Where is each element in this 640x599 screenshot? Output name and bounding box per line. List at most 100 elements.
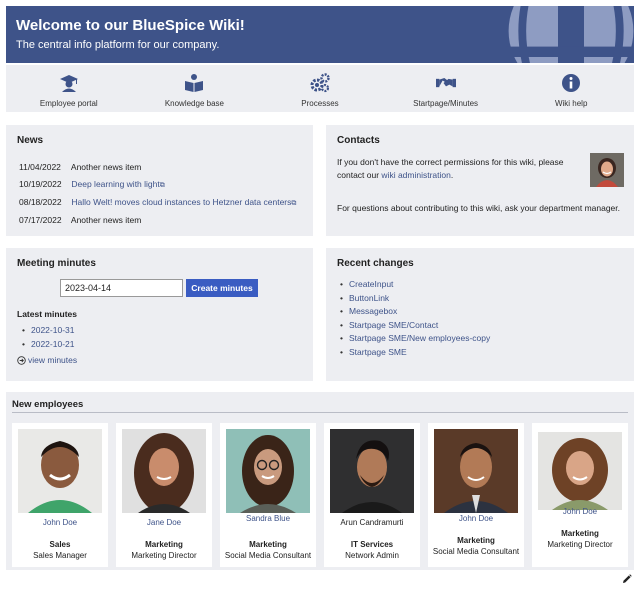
new-employees-title: New employees bbox=[12, 399, 84, 410]
news-date: 11/04/2022 bbox=[19, 162, 61, 172]
recent-changes-list: CreateInput ButtonLink Messagebox Startp… bbox=[340, 278, 490, 359]
new-employees-panel: New employees John Doe Sales Sales Manag… bbox=[6, 392, 634, 570]
gears-icon bbox=[310, 73, 330, 93]
external-link-icon: ⧉ bbox=[291, 200, 297, 207]
minutes-list-item: 2022-10-21 bbox=[22, 337, 74, 351]
recent-changes-title: Recent changes bbox=[337, 258, 414, 269]
latest-minutes-title: Latest minutes bbox=[17, 309, 77, 319]
recent-change-link[interactable]: CreateInput bbox=[349, 279, 393, 289]
employee-name[interactable]: John Doe bbox=[12, 518, 108, 527]
news-item: 10/19/2022 Deep learning with light⧉ bbox=[19, 176, 296, 194]
divider bbox=[12, 412, 628, 413]
employee-role: Social Media Consultant bbox=[432, 547, 520, 556]
contacts-title: Contacts bbox=[337, 135, 380, 146]
employee-name[interactable]: Arun Candramurti bbox=[324, 518, 420, 527]
contacts-text: If you don't have the correct permission… bbox=[337, 156, 569, 182]
nav-wiki-help[interactable]: Wiki help bbox=[508, 65, 634, 112]
employee-role: Sales Manager bbox=[33, 551, 87, 560]
employee-department: Marketing bbox=[457, 536, 495, 545]
nav-label: Processes bbox=[301, 99, 339, 108]
external-link-icon: ⧉ bbox=[159, 182, 165, 189]
recent-change-link[interactable]: Startpage SME/Contact bbox=[349, 320, 438, 330]
recent-change-link[interactable]: ButtonLink bbox=[349, 293, 389, 303]
recent-change-link[interactable]: Startpage SME bbox=[349, 347, 407, 357]
nav-knowledge-base[interactable]: Knowledge base bbox=[132, 65, 258, 112]
minutes-link[interactable]: 2022-10-21 bbox=[31, 339, 74, 349]
news-date: 07/17/2022 bbox=[19, 215, 62, 225]
news-list: 11/04/2022 Another news item 10/19/2022 … bbox=[19, 159, 296, 229]
employee-department: IT Services bbox=[350, 540, 394, 549]
employee-photo bbox=[538, 432, 622, 510]
employee-name[interactable]: Sandra Blue bbox=[220, 514, 316, 523]
employee-photo bbox=[226, 429, 310, 513]
news-text: Another news item bbox=[70, 162, 142, 172]
employee-card: John Doe Marketing Marketing Director bbox=[532, 423, 628, 567]
employee-name[interactable]: John Doe bbox=[532, 507, 628, 516]
hero-subtitle: The central info platform for our compan… bbox=[16, 39, 220, 51]
pencil-icon[interactable] bbox=[622, 574, 632, 584]
employee-department: Marketing bbox=[249, 540, 287, 549]
employee-role: Social Media Consultant bbox=[224, 551, 312, 560]
recent-change-item: Messagebox bbox=[340, 305, 490, 319]
book-reader-icon bbox=[185, 74, 204, 92]
nav-processes[interactable]: Processes bbox=[257, 65, 383, 112]
employee-name[interactable]: John Doe bbox=[428, 514, 524, 523]
create-minutes-button[interactable]: Create minutes bbox=[186, 279, 258, 297]
employee-role: Marketing Director bbox=[131, 551, 197, 560]
minutes-date-input[interactable] bbox=[60, 279, 183, 297]
meeting-minutes-panel: Meeting minutes Create minutes Latest mi… bbox=[6, 248, 313, 381]
nav-label: Startpage/Minutes bbox=[413, 99, 479, 108]
employee-department: Sales bbox=[49, 540, 71, 549]
nav-label: Wiki help bbox=[554, 99, 588, 108]
recent-change-item: Startpage SME/New employees-copy bbox=[340, 332, 490, 346]
employee-photo bbox=[122, 429, 206, 513]
recent-changes-panel: Recent changes CreateInput ButtonLink Me… bbox=[326, 248, 634, 381]
employee-card: John Doe Marketing Social Media Consulta… bbox=[428, 423, 524, 567]
nav-startpage-minutes[interactable]: Startpage/Minutes bbox=[383, 65, 509, 112]
contacts-panel: Contacts If you don't have the correct p… bbox=[326, 125, 634, 236]
portal-nav: Employee portal Knowledge base Processes… bbox=[6, 65, 634, 112]
employee-card: Sandra Blue Marketing Social Media Consu… bbox=[220, 423, 316, 567]
hero-title: Welcome to our BlueSpice Wiki! bbox=[16, 17, 245, 34]
news-text: Another news item bbox=[70, 215, 142, 225]
minutes-link[interactable]: 2022-10-31 bbox=[31, 325, 74, 335]
graduate-icon bbox=[59, 75, 78, 92]
recent-change-item: Startpage SME bbox=[340, 346, 490, 360]
minutes-title: Meeting minutes bbox=[17, 258, 96, 269]
hero-banner: Welcome to our BlueSpice Wiki! The centr… bbox=[6, 6, 634, 63]
recent-change-item: Startpage SME/Contact bbox=[340, 319, 490, 333]
news-title: News bbox=[17, 135, 44, 146]
nav-label: Employee portal bbox=[39, 99, 98, 108]
recent-change-item: ButtonLink bbox=[340, 292, 490, 306]
employee-department: Marketing bbox=[145, 540, 183, 549]
news-link[interactable]: Hallo Welt! moves cloud instances to Het… bbox=[71, 197, 291, 207]
circle-arrow-right-icon bbox=[17, 355, 26, 365]
employee-photo bbox=[434, 429, 518, 513]
news-link[interactable]: Deep learning with light bbox=[71, 179, 159, 189]
view-minutes-label[interactable]: view minutes bbox=[28, 355, 77, 365]
employee-photo bbox=[18, 429, 102, 513]
nav-employee-portal[interactable]: Employee portal bbox=[6, 65, 132, 112]
handshake-icon bbox=[435, 78, 456, 88]
news-date: 10/19/2022 bbox=[19, 179, 62, 189]
news-panel: News 11/04/2022 Another news item 10/19/… bbox=[6, 125, 313, 236]
minutes-list: 2022-10-31 2022-10-21 bbox=[22, 323, 74, 351]
view-minutes-link[interactable]: view minutes bbox=[17, 355, 77, 365]
recent-change-link[interactable]: Startpage SME/New employees-copy bbox=[349, 333, 490, 343]
nav-label: Knowledge base bbox=[164, 99, 224, 108]
employee-card: John Doe Sales Sales Manager bbox=[12, 423, 108, 567]
news-item: 11/04/2022 Another news item bbox=[19, 159, 296, 176]
employee-card: Jane Doe Marketing Marketing Director bbox=[116, 423, 212, 567]
contacts-text-part: . bbox=[450, 170, 454, 180]
contacts-text-2: For questions about contributing to this… bbox=[337, 203, 621, 213]
recent-change-link[interactable]: Messagebox bbox=[349, 306, 397, 316]
contact-avatar bbox=[590, 153, 624, 187]
news-item: 07/17/2022 Another news item bbox=[19, 212, 296, 229]
minutes-list-item: 2022-10-31 bbox=[22, 323, 74, 337]
employee-photo bbox=[330, 429, 414, 513]
wiki-admin-link[interactable]: wiki administration bbox=[381, 170, 450, 180]
employee-card: Arun Candramurti IT Services Network Adm… bbox=[324, 423, 420, 567]
info-icon bbox=[562, 74, 581, 92]
employee-name[interactable]: Jane Doe bbox=[116, 518, 212, 527]
employee-role: Marketing Director bbox=[547, 540, 613, 549]
